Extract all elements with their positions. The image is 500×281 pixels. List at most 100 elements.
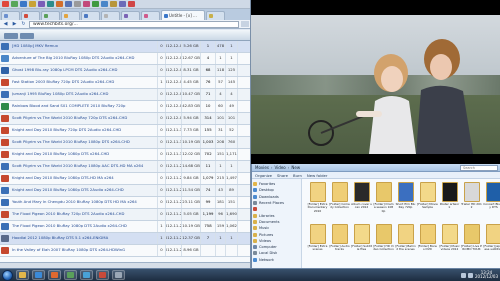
browser-tab[interactable]: Untitle - [x] ... (161, 10, 205, 20)
category-icon[interactable] (1, 199, 9, 206)
comments-count[interactable]: 0 (157, 185, 165, 196)
comments-count[interactable]: 0 (157, 89, 165, 100)
category-icon[interactable] (1, 103, 9, 110)
file-item[interactable]: [Folder] Live PROMO TOUR (461, 224, 482, 266)
table-row[interactable]: Jumanji 1995 BluRay 1080p DTS 2Audio x26… (0, 89, 250, 101)
video-player[interactable] (251, 0, 500, 164)
comments-count[interactable]: 0 (157, 149, 165, 160)
leechers-count[interactable]: 1 (215, 233, 225, 244)
table-row[interactable]: The Flood Pigeon 2010 BluRay 720p DTS 2A… (0, 209, 250, 221)
new-folder-button[interactable]: New folder (307, 173, 328, 178)
seeders-count[interactable] (200, 245, 215, 256)
seeders-count[interactable]: 314 (200, 113, 215, 124)
url-input[interactable]: www.techbits.org/... (29, 20, 239, 28)
leechers-count[interactable]: 31 (215, 125, 225, 136)
seeders-count[interactable]: 1,199 (200, 209, 215, 220)
torrent-title-link[interactable]: The Flood Pigeon 2010 BluRay 1080p DTS 2… (12, 224, 157, 228)
table-row[interactable]: Hoodlai 2012 1080p BluRay DTS 5.1 x264-E… (0, 233, 250, 245)
category-icon[interactable] (1, 127, 9, 134)
torrent-title-link[interactable]: Scott Pilgrim vs The World 2010 BluRay 1… (12, 164, 157, 168)
file-item[interactable]: [Folder] Movie Sample (417, 182, 438, 224)
completed-count[interactable]: 1,690 (225, 209, 237, 220)
comments-count[interactable]: 1 (157, 77, 165, 88)
taskbar-browser-button[interactable] (32, 270, 45, 280)
seeders-count[interactable]: 10 (200, 101, 215, 112)
uploader-name[interactable] (237, 89, 250, 100)
file-item[interactable]: [Folder] Drama season 1080p (373, 182, 394, 224)
file-item[interactable]: [Folder] Subtitle files (351, 224, 372, 266)
seeders-count[interactable]: 11 (200, 161, 215, 172)
torrent-title-link[interactable]: [HD 1080p] MKV Remux (12, 44, 157, 48)
completed-count[interactable]: 1,062 (225, 221, 237, 232)
completed-count[interactable]: 1,171 (225, 149, 237, 160)
table-row[interactable]: Scott Pilgrim vs The World 2010 BluRay 1… (0, 137, 250, 149)
bookmark-icon[interactable] (119, 1, 126, 7)
torrent-title-link[interactable]: Knight and Day 2010 BluRay 1080p DTS-HD … (12, 176, 157, 180)
file-item[interactable]: Trailer HD 2012 (461, 182, 482, 224)
category-icon[interactable] (1, 235, 9, 242)
leechers-count[interactable]: 159 (215, 221, 225, 232)
comments-count[interactable]: 0 (157, 125, 165, 136)
file-item[interactable]: [Folder] Behind the scenes (395, 224, 416, 266)
browser-tab[interactable] (141, 11, 160, 20)
seeders-count[interactable]: 758 (200, 221, 215, 232)
completed-count[interactable]: 151 (225, 197, 237, 208)
reload-icon[interactable]: ↻ (20, 21, 27, 27)
taskbar-torrent-button[interactable] (80, 270, 93, 280)
uploader-name[interactable] (237, 113, 250, 124)
leechers-count[interactable]: 1 (215, 53, 225, 64)
leechers-count[interactable]: 4 (215, 89, 225, 100)
bookmark-icon[interactable] (92, 1, 99, 7)
seeders-count[interactable]: 4 (200, 53, 215, 64)
category-icon[interactable] (1, 43, 9, 50)
uploader-name[interactable] (237, 77, 250, 88)
category-icon[interactable] (1, 187, 9, 194)
file-item[interactable]: [Folder] Extra Documentary 2010 (307, 182, 328, 224)
file-item[interactable]: Album cover scan 2012 (351, 182, 372, 224)
uploader-name[interactable] (237, 245, 250, 256)
uploader-name[interactable] (237, 149, 250, 160)
category-icon[interactable] (1, 139, 9, 146)
completed-count[interactable]: 1 (225, 161, 237, 172)
seeders-count[interactable]: 7 (200, 233, 215, 244)
completed-count[interactable]: 49 (225, 101, 237, 112)
torrent-title-link[interactable]: Scott Pilgrim vs The World 2010 BluRay 1… (12, 140, 157, 144)
file-item[interactable]: [Folder] Audio tracks (329, 224, 350, 266)
seeders-count[interactable]: 99 (200, 197, 215, 208)
taskbar-chat-button[interactable] (96, 270, 109, 280)
category-icon[interactable] (1, 55, 9, 62)
completed-count[interactable]: 145 (225, 77, 237, 88)
seeders-count[interactable]: 74 (200, 185, 215, 196)
search-button[interactable] (20, 33, 34, 39)
bookmark-icon[interactable] (47, 1, 54, 7)
comments-count[interactable]: 0 (157, 101, 165, 112)
file-item[interactable]: [Folder] Bonus DVD (417, 224, 438, 266)
comments-count[interactable]: 0 (157, 137, 165, 148)
uploader-name[interactable] (237, 173, 250, 184)
category-icon[interactable] (1, 247, 9, 254)
file-item[interactable]: [Folder] Japanese subtitles (483, 224, 500, 266)
category-icon[interactable] (1, 223, 9, 230)
comments-count[interactable]: 0 (157, 209, 165, 220)
category-icon[interactable] (1, 175, 9, 182)
clock[interactable]: 13:24 2012/12/03 (475, 270, 498, 280)
leechers-count[interactable]: 43 (215, 185, 225, 196)
completed-count[interactable]: 101 (225, 113, 237, 124)
uploader-name[interactable] (237, 65, 250, 76)
comments-count[interactable]: 1 (157, 221, 165, 232)
leechers-count[interactable]: 1 (215, 161, 225, 172)
uploader-name[interactable] (237, 221, 250, 232)
leechers-count[interactable]: 57 (215, 77, 225, 88)
category-icon[interactable] (1, 163, 9, 170)
uploader-name[interactable] (237, 137, 250, 148)
leechers-count[interactable]: 478 (215, 41, 225, 52)
breadcrumb-item[interactable]: Movies (255, 165, 269, 170)
bookmark-icon[interactable] (29, 1, 36, 7)
torrent-title-link[interactable]: Rainbow Blood and Sand S01 COMPLETE 2010… (12, 104, 157, 108)
uploader-name[interactable] (237, 197, 250, 208)
table-row[interactable]: Knight and Day 2010 BluRay 1080p DTS x26… (0, 149, 250, 161)
table-row[interactable]: Rainbow Blood and Sand S01 COMPLETE 2010… (0, 101, 250, 113)
start-button[interactable] (2, 269, 13, 281)
uploader-name[interactable] (237, 101, 250, 112)
share-button[interactable]: Share (277, 173, 288, 178)
